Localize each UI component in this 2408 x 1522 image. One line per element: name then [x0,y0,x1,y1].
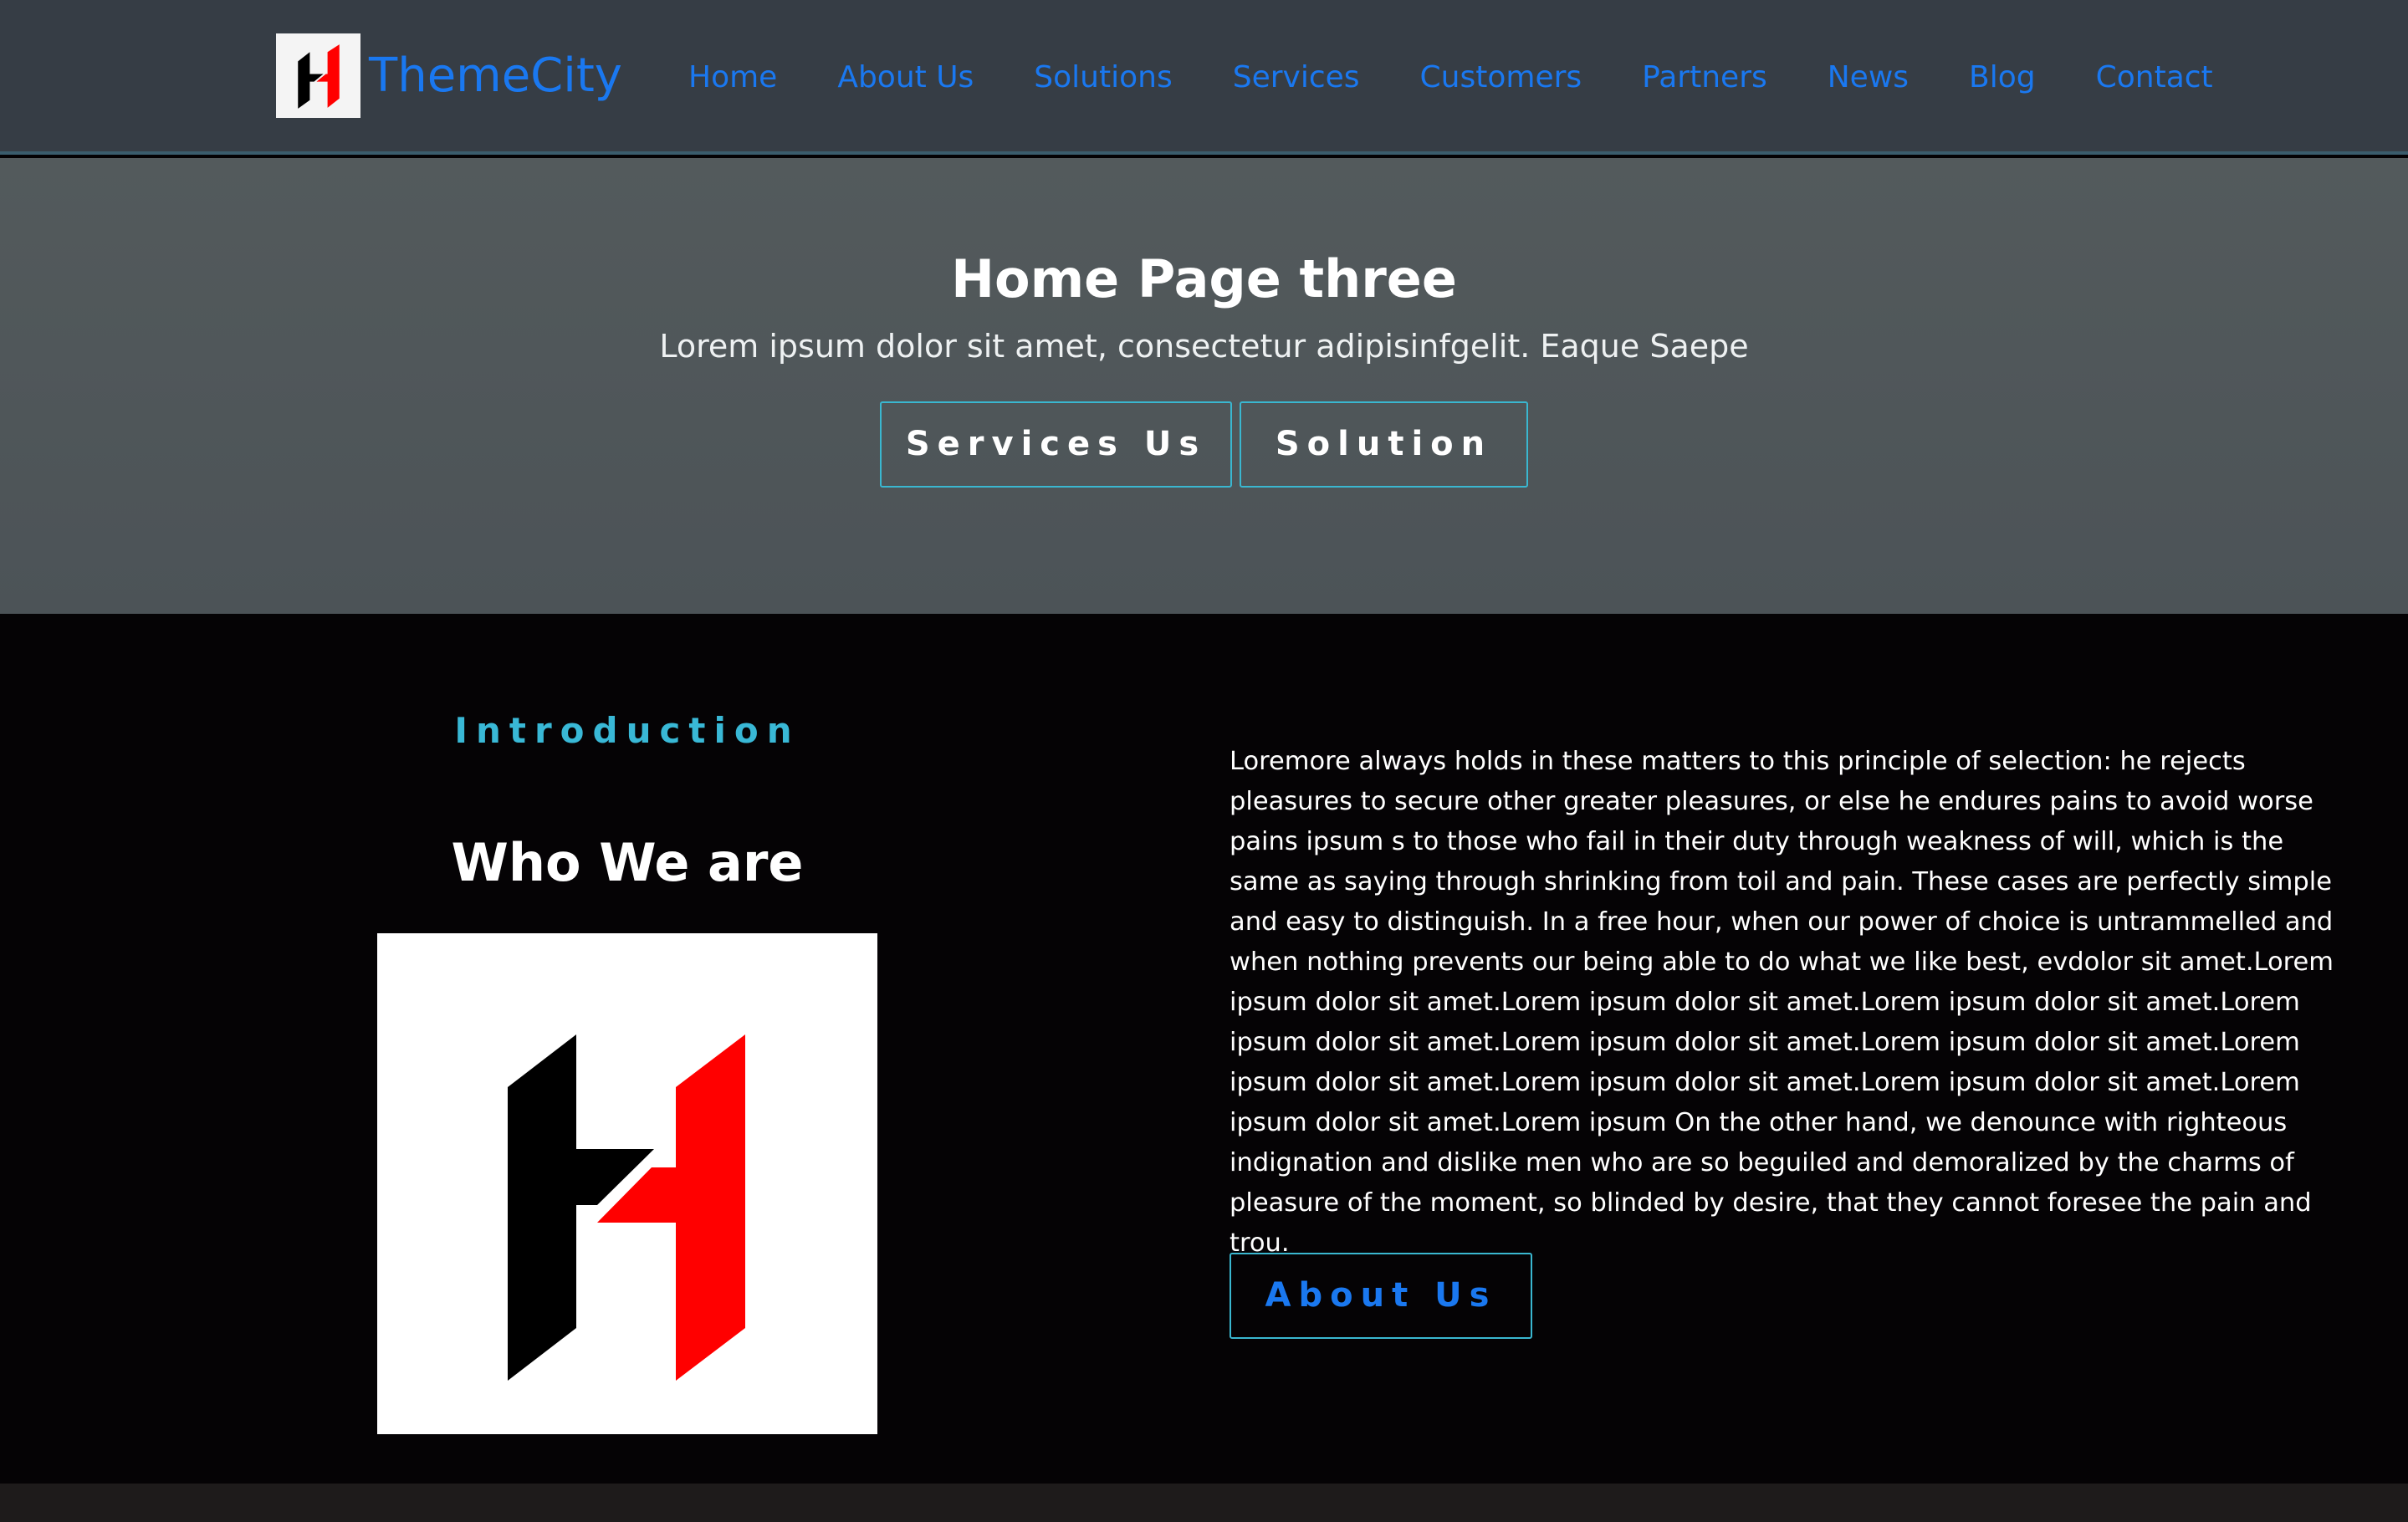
hero-title: Home Page three [951,248,1457,309]
nav-item-customers[interactable]: Customers [1420,60,1582,94]
introduction-section: Introduction Who We are Loremore always … [0,614,2408,1484]
footer-strip [0,1484,2408,1522]
hero-banner: Home Page three Lorem ipsum dolor sit am… [0,158,2408,614]
nav-item-solutions[interactable]: Solutions [1034,60,1172,94]
nav-item-contact[interactable]: Contact [2096,60,2213,94]
nav-item-news[interactable]: News [1828,60,1909,94]
about-us-button[interactable]: About Us [1230,1253,1532,1339]
nav-item-home[interactable]: Home [688,60,777,94]
top-navbar: ThemeCity Home About Us Solutions Servic… [0,0,2408,155]
h-letter-logo-icon [276,33,360,118]
solution-button[interactable]: Solution [1240,401,1528,488]
services-us-button[interactable]: Services Us [880,401,1232,488]
brand-link[interactable]: ThemeCity [276,33,622,118]
h-letter-logo-icon [377,933,877,1434]
main-nav: Home About Us Solutions Services Custome… [688,0,2213,155]
nav-item-services[interactable]: Services [1233,60,1360,94]
brand-name: ThemeCity [369,49,622,103]
about-body-text: Loremore always holds in these matters t… [1230,747,2334,1258]
nav-item-partners[interactable]: Partners [1642,60,1767,94]
section-title: Who We are [451,832,804,893]
nav-item-blog[interactable]: Blog [1969,60,2036,94]
section-eyebrow: Introduction [454,710,800,751]
nav-item-about-us[interactable]: About Us [837,60,974,94]
hero-subtitle: Lorem ipsum dolor sit amet, consectetur … [659,328,1749,365]
